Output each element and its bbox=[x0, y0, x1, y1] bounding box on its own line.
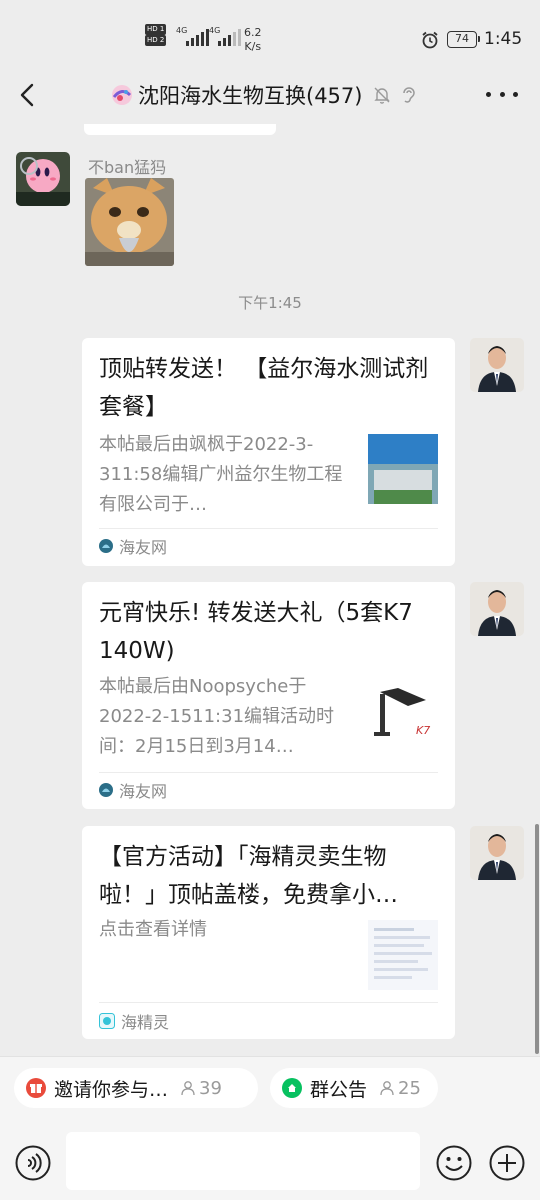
haiyou-logo-icon bbox=[99, 539, 113, 553]
document-thumbnail bbox=[368, 920, 438, 990]
link-card[interactable]: 元宵快乐! 转发送大礼（5套K7 140W) 本帖最后由Noopsyche于20… bbox=[82, 582, 455, 809]
chat-title[interactable]: 沈阳海水生物互换(457) bbox=[110, 80, 418, 110]
card-source: 海友网 bbox=[99, 780, 168, 801]
card-thumbnail bbox=[368, 920, 438, 990]
card-source-name: 海精灵 bbox=[121, 1013, 170, 1032]
hd2-badge: HD 2 bbox=[145, 35, 167, 46]
announcement-chip-label: 群公告 bbox=[310, 1078, 368, 1101]
speed-value: 6.2 bbox=[244, 26, 262, 39]
chat-message-list[interactable]: 不ban猛犸 下午1:45 顶贴转发送！ 【益尔海水测试剂套餐】 本帖最后由飒枫… bbox=[0, 124, 540, 1056]
hd1-badge: HD 1 bbox=[145, 24, 167, 35]
kirby-avatar-image bbox=[16, 152, 70, 206]
title-bar: 沈阳海水生物互换(457) bbox=[0, 66, 540, 124]
battery-icon: 74 bbox=[447, 31, 480, 48]
announcement-chip-count: 25 bbox=[379, 1078, 421, 1099]
voice-input-button[interactable] bbox=[15, 1145, 51, 1181]
invite-chip-label: 邀请你参与… bbox=[54, 1078, 169, 1101]
sender-avatar[interactable] bbox=[16, 152, 70, 206]
my-avatar[interactable] bbox=[470, 826, 524, 880]
dot-icon bbox=[486, 91, 491, 97]
status-bar: HD 1 HD 2 4G 4G 6.2 K/s 74 1:45 bbox=[0, 0, 540, 66]
link-card[interactable]: 顶贴转发送！ 【益尔海水测试剂套餐】 本帖最后由飒枫于2022-3-311:58… bbox=[82, 338, 455, 566]
scrollbar[interactable] bbox=[535, 824, 539, 1054]
invite-chip[interactable]: 邀请你参与… 39 bbox=[14, 1068, 258, 1108]
building-thumbnail bbox=[368, 434, 438, 504]
my-avatar[interactable] bbox=[470, 338, 524, 392]
group-emoji-icon bbox=[112, 85, 132, 105]
card-thumbnail: K7 bbox=[368, 678, 438, 748]
man-avatar-image bbox=[470, 338, 524, 392]
sim-indicator: HD 1 HD 2 bbox=[145, 24, 168, 46]
card-title: 顶贴转发送！ 【益尔海水测试剂套餐】 bbox=[99, 356, 429, 420]
message-input[interactable] bbox=[66, 1132, 420, 1190]
mute-bell-icon bbox=[374, 87, 391, 104]
haiyou-logo-icon bbox=[99, 783, 113, 797]
card-divider bbox=[99, 1002, 438, 1003]
speed-unit: K/s bbox=[244, 40, 262, 53]
dot-icon bbox=[513, 91, 518, 97]
timestamp-divider: 下午1:45 bbox=[238, 294, 302, 312]
more-options-button[interactable] bbox=[486, 86, 518, 102]
card-description: 点击查看详情 bbox=[99, 919, 207, 940]
network-speed: 6.2 K/s bbox=[244, 26, 262, 54]
card-thumbnail bbox=[368, 434, 438, 504]
card-title: 元宵快乐! 转发送大礼（5套K7 140W) bbox=[99, 600, 413, 664]
aquarium-light-thumbnail: K7 bbox=[368, 678, 438, 748]
clock: 1:45 bbox=[484, 29, 523, 49]
earpiece-icon bbox=[403, 87, 416, 103]
man-avatar-image bbox=[470, 582, 524, 636]
emoji-button[interactable] bbox=[436, 1145, 472, 1181]
chat-title-text: 沈阳海水生物互换(457) bbox=[138, 84, 363, 108]
message-input-bar bbox=[0, 1120, 540, 1200]
announcement-icon bbox=[282, 1078, 302, 1098]
man-avatar-image bbox=[470, 826, 524, 880]
invite-chip-count: 39 bbox=[180, 1078, 222, 1099]
card-description: 本帖最后由Noopsyche于2022-2-1511:31编辑活动时间：2月15… bbox=[99, 676, 335, 757]
cat-photo bbox=[85, 178, 174, 266]
card-divider bbox=[99, 772, 438, 773]
signal1-icon bbox=[186, 28, 209, 46]
invite-icon bbox=[26, 1078, 46, 1098]
invite-count-text: 39 bbox=[199, 1077, 222, 1099]
my-avatar[interactable] bbox=[470, 582, 524, 636]
dot-icon bbox=[499, 91, 505, 97]
svg-text:K7: K7 bbox=[416, 724, 430, 737]
card-source-name: 海友网 bbox=[119, 782, 168, 801]
announcement-count-text: 25 bbox=[398, 1077, 421, 1099]
more-functions-button[interactable] bbox=[489, 1145, 525, 1181]
person-icon bbox=[181, 1081, 195, 1096]
announcement-chip[interactable]: 群公告 25 bbox=[270, 1068, 438, 1108]
cat-sticker-image[interactable] bbox=[85, 178, 174, 266]
previous-message-bubble[interactable] bbox=[84, 124, 276, 135]
back-button[interactable] bbox=[14, 80, 44, 110]
card-divider bbox=[99, 528, 438, 529]
card-source: 海精灵 bbox=[99, 1010, 169, 1032]
card-description: 本帖最后由飒枫于2022-3-311:58编辑广州益尔生物工程有限公司于… bbox=[99, 434, 343, 515]
person-icon bbox=[380, 1081, 394, 1096]
signal2-icon bbox=[218, 28, 241, 46]
quick-actions-bar: 邀请你参与… 39 群公告 25 bbox=[0, 1056, 540, 1120]
card-source-name: 海友网 bbox=[119, 538, 168, 557]
alarm-icon bbox=[422, 31, 438, 49]
card-source: 海友网 bbox=[99, 536, 168, 557]
haijingling-logo-icon bbox=[99, 1013, 115, 1029]
card-title: 【官方活动】「海精灵卖生物啦！」顶帖盖楼，免费拿小… bbox=[99, 844, 398, 908]
sender-name: 不ban猛犸 bbox=[88, 158, 167, 177]
link-card[interactable]: 【官方活动】「海精灵卖生物啦！」顶帖盖楼，免费拿小… 点击查看详情 海精灵 bbox=[82, 826, 455, 1039]
